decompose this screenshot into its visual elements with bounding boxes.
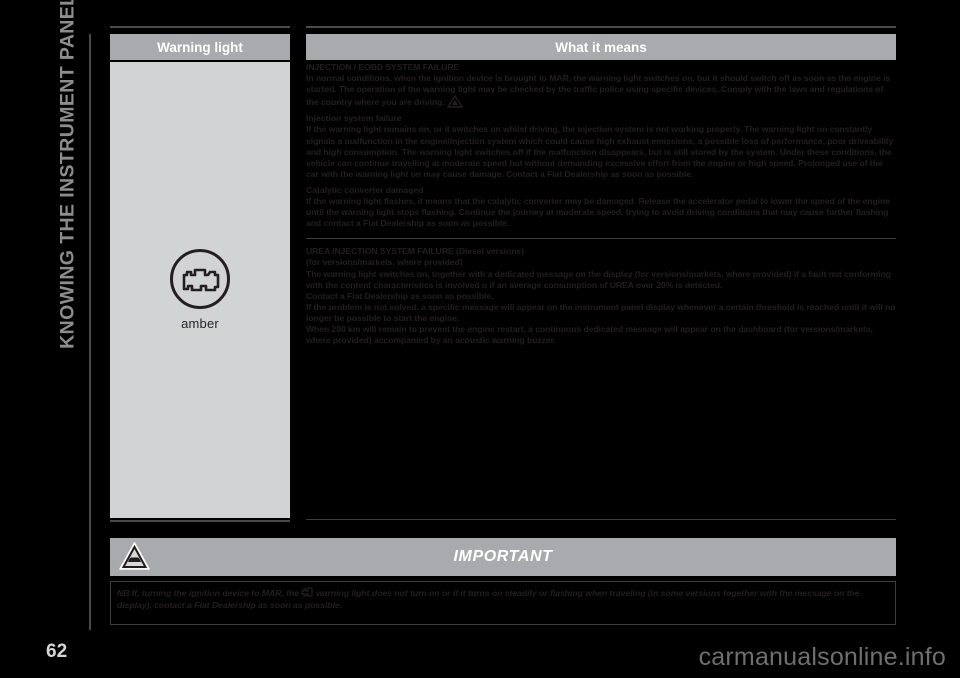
important-note-text: NB If, turning the ignition device to MA… bbox=[117, 587, 889, 612]
warning-triangle-inline-icon bbox=[446, 95, 463, 108]
block2-paragraph-3: If the problem is not solved, a specific… bbox=[306, 301, 896, 323]
content-bottom-rule bbox=[306, 519, 896, 520]
warning-light-cell: amber bbox=[110, 62, 290, 518]
site-watermark: carmanualsonline.info bbox=[698, 643, 946, 671]
section-divider bbox=[306, 238, 896, 240]
engine-check-icon bbox=[170, 249, 230, 309]
block2-paragraph-4: When 200 km will remain to prevent the e… bbox=[306, 323, 873, 346]
block2-subtitle: (for versions/markets, where provided) bbox=[306, 257, 463, 268]
warning-light-color-label: amber bbox=[181, 316, 219, 331]
block1-para1-text: In normal conditions, when the ignition … bbox=[306, 73, 891, 108]
header-underline-left bbox=[110, 26, 290, 28]
chapter-title: KNOWING THE INSTRUMENT PANEL bbox=[56, 0, 79, 349]
engine-check-inline-icon bbox=[301, 587, 313, 597]
important-banner: IMPORTANT bbox=[110, 538, 896, 576]
block1-paragraph-1: In normal conditions, when the ignition … bbox=[306, 73, 896, 108]
column-header-warning-light: Warning light bbox=[110, 34, 290, 60]
content-column: INJECTION / EOBD SYSTEM FAILURE In norma… bbox=[306, 62, 896, 346]
table-header-row: Warning light What it means bbox=[110, 34, 896, 60]
block2-paragraph-2: Contact a Fiat Dealership as soon as pos… bbox=[306, 290, 494, 301]
block2-paragraph-1: The warning light switches on, together … bbox=[306, 268, 891, 290]
important-banner-label: IMPORTANT bbox=[453, 548, 553, 565]
block1-subheading-1: Injection system failure bbox=[306, 113, 402, 124]
header-underline-right bbox=[306, 26, 896, 28]
block1-subheading-2: Catalytic converter damaged bbox=[306, 184, 424, 195]
column-header-what-it-means: What it means bbox=[306, 34, 896, 60]
block1-title: INJECTION / EOBD SYSTEM FAILURE bbox=[306, 62, 460, 72]
block1-paragraph-2: If the warning light remains on, or it s… bbox=[306, 124, 894, 179]
important-note-box: NB If, turning the ignition device to MA… bbox=[110, 581, 896, 625]
block1-paragraph-3: If the warning light flashes, it means t… bbox=[306, 196, 890, 229]
engine-icon-group: amber bbox=[110, 248, 290, 331]
block-injection-eobd: INJECTION / EOBD SYSTEM FAILURE In norma… bbox=[306, 62, 896, 229]
chapter-rail: KNOWING THE INSTRUMENT PANEL 62 bbox=[0, 0, 100, 678]
page-number: 62 bbox=[46, 641, 68, 662]
important-note-before: NB If, turning the ignition device to MA… bbox=[117, 588, 300, 598]
block-urea-injection: UREA INJECTION SYSTEM FAILURE (Diesel ve… bbox=[306, 246, 896, 346]
warning-light-cell-bottom-rule bbox=[110, 520, 290, 522]
chapter-rule-divider bbox=[89, 34, 91, 630]
block2-title: UREA INJECTION SYSTEM FAILURE (Diesel ve… bbox=[306, 246, 524, 257]
